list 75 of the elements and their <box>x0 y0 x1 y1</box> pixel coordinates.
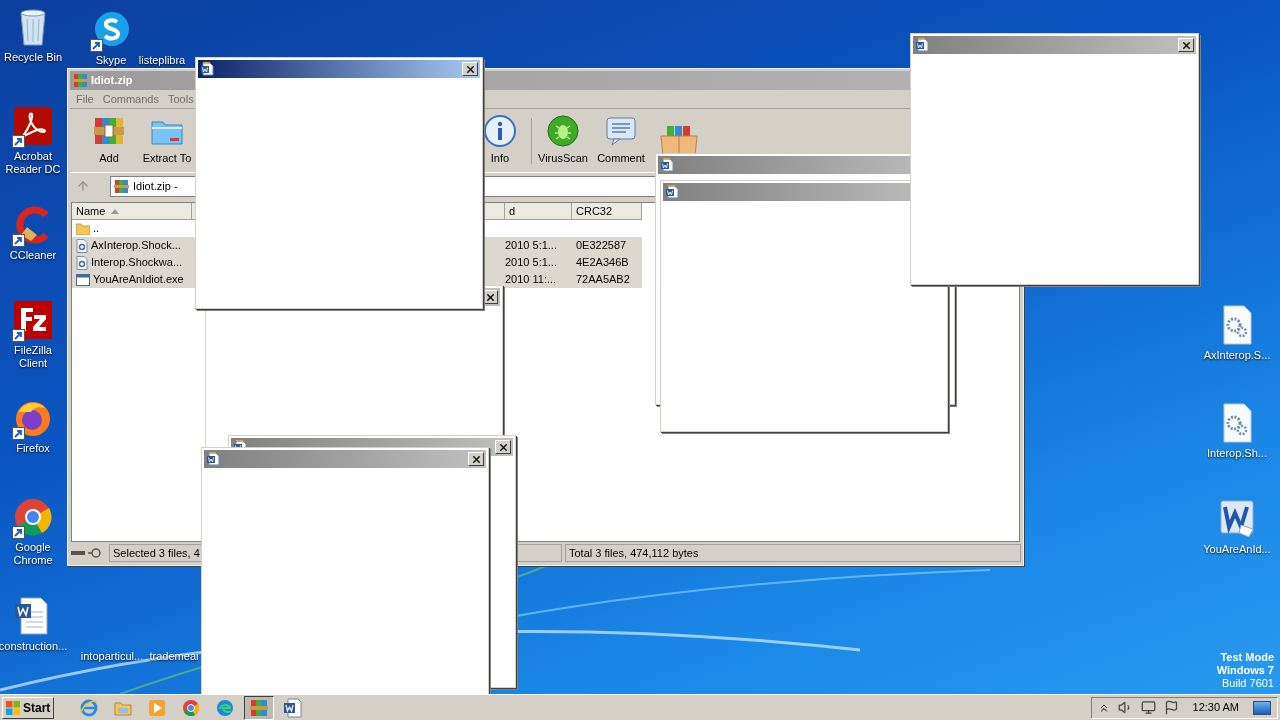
os-notice-text: Test Mode <box>1220 651 1274 664</box>
status-text: Total 3 files, 474,112 bytes <box>565 544 1021 562</box>
desktop-icon-label[interactable]: Recycle Bin <box>3 51 63 64</box>
close-icon <box>484 291 496 303</box>
desktop-icon-label[interactable]: AxInterop.S... <box>1203 349 1271 362</box>
desktop-icon-label[interactable]: Google Chrome <box>0 541 66 567</box>
clock[interactable]: 12:30 AM <box>1192 699 1239 716</box>
close-button[interactable] <box>462 62 478 76</box>
toolbar-button[interactable]: VirusScan <box>534 111 592 170</box>
folder-icon <box>76 222 90 235</box>
modified-cell-text: 2010 5:1... <box>505 238 558 254</box>
menu-item[interactable]: Tools <box>168 90 194 108</box>
word-document-icon <box>200 62 214 76</box>
edge-logo-icon <box>215 697 235 718</box>
word-document-icon <box>915 38 929 52</box>
close-button[interactable] <box>495 440 511 454</box>
books-archive-icon <box>73 73 88 88</box>
toolbar-button[interactable]: Extract To <box>138 111 196 170</box>
close-icon <box>1180 39 1192 51</box>
filezilla-logo-icon <box>13 300 53 340</box>
crc-cell-text: 72AA5AB2 <box>575 272 631 288</box>
word-logo-icon <box>1217 499 1257 539</box>
file-name: YouAreAnIdiot.exe <box>93 272 184 288</box>
word-document-icon <box>206 452 220 466</box>
pdf-reader-icon <box>13 106 53 146</box>
browser-e-icon <box>79 697 99 718</box>
word-document-icon <box>660 158 674 172</box>
desktop-icon-label[interactable]: Interop.Sh... <box>1207 447 1267 460</box>
column-header[interactable]: Name <box>72 203 192 220</box>
desktop-icon-label[interactable]: listeplibra <box>138 54 186 67</box>
start-button[interactable]: Start <box>2 696 54 719</box>
desktop-icon-label[interactable]: intoparticul... <box>80 650 144 663</box>
toolbar-button[interactable]: Info <box>471 111 529 170</box>
close-button[interactable] <box>1178 38 1194 52</box>
close-button[interactable] <box>468 452 484 466</box>
program-icon <box>76 273 90 286</box>
sort-arrow-icon <box>111 208 120 214</box>
close-icon <box>464 63 476 75</box>
taskbar-app-button[interactable] <box>244 695 274 720</box>
desktop-icon-label[interactable]: Firefox <box>16 442 50 455</box>
menu-item[interactable]: Commands <box>102 90 159 108</box>
file-name: Interop.Shockwa... <box>91 255 183 271</box>
windows-logo-icon <box>5 699 21 716</box>
os-notice-text: Windows 7 <box>1216 664 1274 677</box>
toolbar-button[interactable]: Add <box>80 111 138 170</box>
show-desktop-button[interactable] <box>1253 700 1271 715</box>
desktop-icon-label[interactable]: Acrobat Reader DC <box>0 150 66 176</box>
desktop-icon-label[interactable]: Skype <box>95 54 127 67</box>
settings-file-icon <box>76 255 88 270</box>
modified-cell-text: 2010 5:1... <box>505 255 558 271</box>
info-icon <box>483 114 517 149</box>
settings-file-icon <box>76 238 88 253</box>
crc-cell-text: 4E2A346B <box>575 255 630 271</box>
crc-cell-text: 0E322587 <box>575 238 628 254</box>
books-archive-icon <box>114 178 129 194</box>
column-header[interactable]: d <box>505 203 572 220</box>
column-header[interactable]: CRC32 <box>572 203 642 220</box>
flag-icon[interactable] <box>1163 700 1179 715</box>
file-name: .. <box>93 221 100 237</box>
close-icon <box>470 453 482 465</box>
desktop-icon-label[interactable]: construction... <box>0 640 68 653</box>
toolbar-button[interactable]: Comment <box>592 111 650 170</box>
word-document-icon <box>665 185 679 199</box>
chrome-logo-icon <box>13 497 53 537</box>
network-icon[interactable] <box>1140 700 1156 715</box>
close-icon <box>497 441 509 453</box>
books-archive-icon <box>249 697 269 718</box>
os-notice-text: Build 7601 <box>1222 677 1274 690</box>
file-name: AxInterop.Shock... <box>91 238 181 254</box>
modified-cell-text: 2010 11:... <box>505 272 558 288</box>
window-title: Idiot.zip <box>91 73 133 89</box>
desktop-icon-label[interactable]: CCleaner <box>9 249 57 262</box>
comment-icon <box>604 114 638 149</box>
bug-scan-icon <box>546 114 580 149</box>
desktop-icon-label[interactable]: FileZilla Client <box>0 344 66 370</box>
